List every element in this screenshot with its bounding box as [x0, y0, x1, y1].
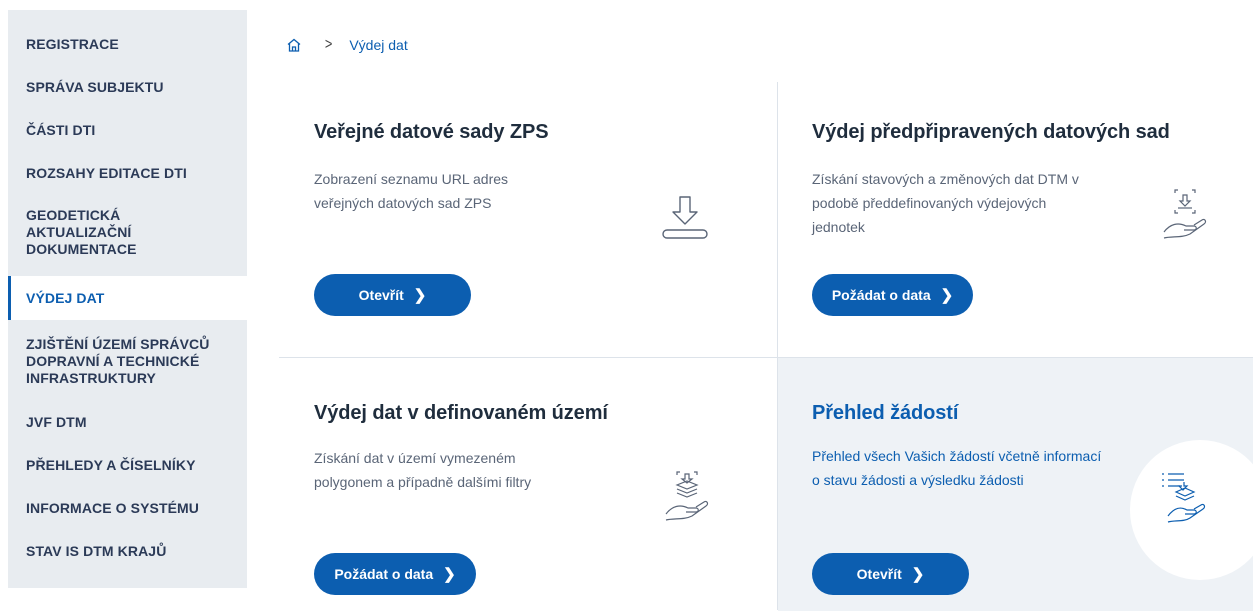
- chevron-right-icon: ❯: [940, 287, 954, 304]
- card-title: Výdej dat v definovaném území: [314, 402, 608, 424]
- sidebar: REGISTRACE SPRÁVA SUBJEKTU ČÁSTI DTI ROZ…: [8, 10, 247, 588]
- button-label: Požádat o data: [831, 287, 931, 303]
- download-tray-icon: [660, 194, 710, 247]
- button-label: Požádat o data: [334, 566, 434, 582]
- card-description: Přehled všech Vašich žádostí včetně info…: [812, 448, 1102, 488]
- sidebar-item-sprava-subjektu[interactable]: SPRÁVA SUBJEKTU: [8, 79, 247, 96]
- home-icon[interactable]: [286, 37, 302, 53]
- sidebar-item-geodeticka-aktualizacni-dokumentace[interactable]: GEODETICKÁ AKTUALIZAČNÍ DOKUMENTACE: [8, 207, 188, 258]
- list-hand-icon: [1160, 470, 1210, 529]
- sidebar-item-prehledy-a-ciselniky[interactable]: PŘEHLEDY A ČÍSELNÍKY: [8, 457, 247, 474]
- request-data-button[interactable]: Požádat o data ❯: [314, 553, 476, 595]
- card-description: Získání dat v území vymezeném polygonem …: [314, 450, 532, 490]
- request-data-button[interactable]: Požádat o data ❯: [812, 274, 973, 316]
- breadcrumb: > Výdej dat: [286, 36, 408, 54]
- sidebar-item-jvf-dtm[interactable]: JVF DTM: [8, 414, 247, 431]
- card-title: Přehled žádostí: [812, 402, 959, 424]
- sidebar-item-casti-dti[interactable]: ČÁSTI DTI: [8, 122, 247, 139]
- chevron-right-icon: ❯: [911, 566, 925, 583]
- sidebar-item-vydej-dat[interactable]: VÝDEJ DAT: [8, 276, 247, 320]
- button-label: Otevřít: [358, 287, 404, 303]
- card-title: Veřejné datové sady ZPS: [314, 121, 549, 143]
- chevron-right-icon: ❯: [413, 287, 427, 304]
- button-label: Otevřít: [856, 566, 902, 582]
- chevron-right-icon: ❯: [443, 566, 456, 583]
- breadcrumb-current: Výdej dat: [349, 37, 408, 53]
- sidebar-item-rozsahy-editace-dti[interactable]: ROZSAHY EDITACE DTI: [8, 165, 247, 182]
- open-button[interactable]: Otevřít ❯: [314, 274, 471, 316]
- sidebar-item-zjisteni-uzemi-spravcu[interactable]: ZJIŠTĚNÍ ÚZEMÍ SPRÁVCŮ DOPRAVNÍ A TECHNI…: [8, 336, 247, 387]
- sidebar-item-informace-o-systemu[interactable]: INFORMACE O SYSTÉMU: [8, 500, 247, 517]
- card-description: Získání stavových a změnových dat DTM v …: [812, 171, 1079, 235]
- sidebar-item-stav-is-dtm-kraju[interactable]: STAV IS DTM KRAJŮ: [8, 543, 247, 560]
- open-button[interactable]: Otevřít ❯: [812, 553, 969, 595]
- hand-download-icon: [1160, 188, 1210, 247]
- hand-layers-icon: [662, 470, 712, 529]
- sidebar-item-registrace[interactable]: REGISTRACE: [8, 36, 247, 53]
- breadcrumb-separator: >: [324, 36, 333, 53]
- card-title: Výdej předpřipravených datových sad: [812, 121, 1170, 143]
- card-description: Zobrazení seznamu URL adres veřejných da…: [314, 171, 509, 211]
